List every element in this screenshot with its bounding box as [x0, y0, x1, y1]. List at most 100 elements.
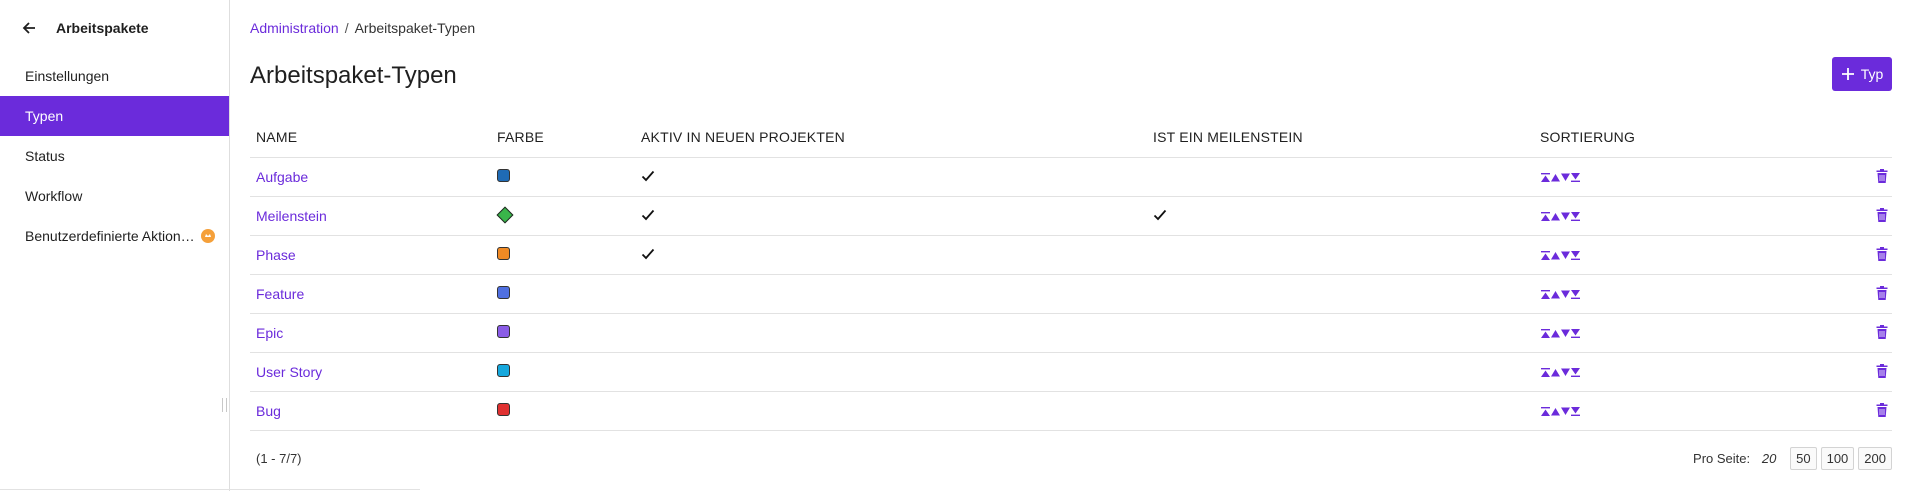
- cell-name: Phase: [250, 235, 491, 275]
- table-row: Bug: [250, 391, 1892, 431]
- column-header-actions: [1834, 117, 1892, 158]
- cell-sort: [1534, 391, 1834, 431]
- color-swatch: [497, 403, 510, 416]
- sidebar-item-typen[interactable]: Typen: [0, 96, 229, 136]
- cell-sort: [1534, 352, 1834, 392]
- move-up-icon[interactable]: [1550, 290, 1560, 302]
- trash-icon[interactable]: [1876, 324, 1888, 339]
- move-down-icon[interactable]: [1560, 368, 1570, 380]
- add-type-button[interactable]: Typ: [1832, 57, 1892, 91]
- color-swatch: [497, 169, 510, 182]
- move-to-bottom-icon[interactable]: [1570, 251, 1580, 263]
- sidebar-item-einstellungen[interactable]: Einstellungen: [0, 56, 229, 96]
- per-page-option-100[interactable]: 100: [1820, 447, 1855, 470]
- types-table: NAME FARBE AKTIV IN NEUEN PROJEKTEN IST …: [250, 117, 1892, 431]
- cell-sort: [1534, 235, 1834, 275]
- cell-color: [491, 391, 635, 431]
- move-to-bottom-icon[interactable]: [1570, 173, 1580, 185]
- trash-icon[interactable]: [1876, 363, 1888, 378]
- sidebar-item-benutzerdefinierte-aktionen[interactable]: Benutzerdefinierte Aktion…: [0, 216, 229, 256]
- color-diamond-swatch: [496, 206, 514, 224]
- move-down-icon[interactable]: [1560, 290, 1570, 302]
- per-page-option-200[interactable]: 200: [1858, 447, 1892, 470]
- trash-icon[interactable]: [1876, 246, 1888, 261]
- move-to-top-icon[interactable]: [1540, 212, 1550, 224]
- move-down-icon[interactable]: [1560, 212, 1570, 224]
- cell-name: Feature: [250, 274, 491, 314]
- trash-icon[interactable]: [1876, 168, 1888, 183]
- column-header-meilenstein: IST EIN MEILENSTEIN: [1147, 117, 1534, 158]
- move-up-icon[interactable]: [1550, 173, 1560, 185]
- arrow-left-icon[interactable]: [22, 20, 38, 36]
- pagination-count: (1 - 7/7): [256, 451, 302, 466]
- sidebar-item-workflow[interactable]: Workflow: [0, 176, 229, 216]
- per-page-selector: Pro Seite: 20 50 100 200: [1693, 447, 1892, 470]
- move-to-top-icon[interactable]: [1540, 329, 1550, 341]
- move-to-bottom-icon[interactable]: [1570, 407, 1580, 419]
- cell-actions: [1834, 235, 1892, 275]
- cell-is-milestone: [1147, 352, 1534, 392]
- move-to-top-icon[interactable]: [1540, 173, 1550, 185]
- type-name-link[interactable]: Phase: [256, 247, 296, 263]
- sidebar-resize-handle[interactable]: [222, 398, 227, 412]
- column-header-sortierung: SORTIERUNG: [1534, 117, 1834, 158]
- move-to-bottom-icon[interactable]: [1570, 329, 1580, 341]
- move-to-bottom-icon[interactable]: [1570, 368, 1580, 380]
- type-name-link[interactable]: Bug: [256, 403, 281, 419]
- type-name-link[interactable]: Feature: [256, 286, 304, 302]
- cell-actions: [1834, 196, 1892, 236]
- move-up-icon[interactable]: [1550, 212, 1560, 224]
- move-to-top-icon[interactable]: [1540, 407, 1550, 419]
- type-name-link[interactable]: Epic: [256, 325, 283, 341]
- checkmark-icon: [1153, 208, 1167, 222]
- move-down-icon[interactable]: [1560, 329, 1570, 341]
- move-down-icon[interactable]: [1560, 173, 1570, 185]
- move-to-top-icon[interactable]: [1540, 368, 1550, 380]
- trash-icon[interactable]: [1876, 207, 1888, 222]
- cell-actions: [1834, 157, 1892, 197]
- color-swatch: [497, 364, 510, 377]
- type-name-link[interactable]: User Story: [256, 364, 322, 380]
- sidebar-item-status[interactable]: Status: [0, 136, 229, 176]
- move-up-icon[interactable]: [1550, 251, 1560, 263]
- column-header-aktiv: AKTIV IN NEUEN PROJEKTEN: [635, 117, 1147, 158]
- move-up-icon[interactable]: [1550, 368, 1560, 380]
- move-to-top-icon[interactable]: [1540, 290, 1550, 302]
- breadcrumb-administration[interactable]: Administration: [250, 20, 339, 36]
- cell-name: Meilenstein: [250, 196, 491, 236]
- cell-sort: [1534, 157, 1834, 197]
- color-swatch: [497, 286, 510, 299]
- table-header-row: NAME FARBE AKTIV IN NEUEN PROJEKTEN IST …: [250, 117, 1892, 158]
- sidebar-header: Arbeitspakete: [0, 0, 229, 56]
- sidebar: Arbeitspakete Einstellungen Typen Status…: [0, 0, 230, 491]
- type-name-link[interactable]: Meilenstein: [256, 208, 327, 224]
- move-to-top-icon[interactable]: [1540, 251, 1550, 263]
- move-down-icon[interactable]: [1560, 251, 1570, 263]
- move-down-icon[interactable]: [1560, 407, 1570, 419]
- breadcrumb-separator: /: [344, 20, 349, 36]
- cell-is-milestone: [1147, 196, 1534, 236]
- table-row: Epic: [250, 313, 1892, 353]
- per-page-label: Pro Seite:: [1693, 451, 1751, 466]
- cell-is-milestone: [1147, 274, 1534, 314]
- trash-icon[interactable]: [1876, 285, 1888, 300]
- column-header-name: NAME: [250, 117, 491, 158]
- cell-is-milestone: [1147, 157, 1534, 197]
- cell-active-new-projects: [635, 274, 1147, 314]
- sidebar-item-label: Status: [25, 148, 65, 164]
- cell-color: [491, 274, 635, 314]
- move-up-icon[interactable]: [1550, 329, 1560, 341]
- move-up-icon[interactable]: [1550, 407, 1560, 419]
- type-name-link[interactable]: Aufgabe: [256, 169, 308, 185]
- move-to-bottom-icon[interactable]: [1570, 212, 1580, 224]
- cell-color: [491, 352, 635, 392]
- sort-controls: [1540, 212, 1580, 224]
- sort-controls: [1540, 329, 1580, 341]
- move-to-bottom-icon[interactable]: [1570, 290, 1580, 302]
- color-swatch: [497, 325, 510, 338]
- checkmark-icon: [641, 169, 655, 183]
- cell-color: [491, 313, 635, 353]
- table-row: Phase: [250, 235, 1892, 275]
- trash-icon[interactable]: [1876, 402, 1888, 417]
- per-page-option-50[interactable]: 50: [1790, 447, 1817, 470]
